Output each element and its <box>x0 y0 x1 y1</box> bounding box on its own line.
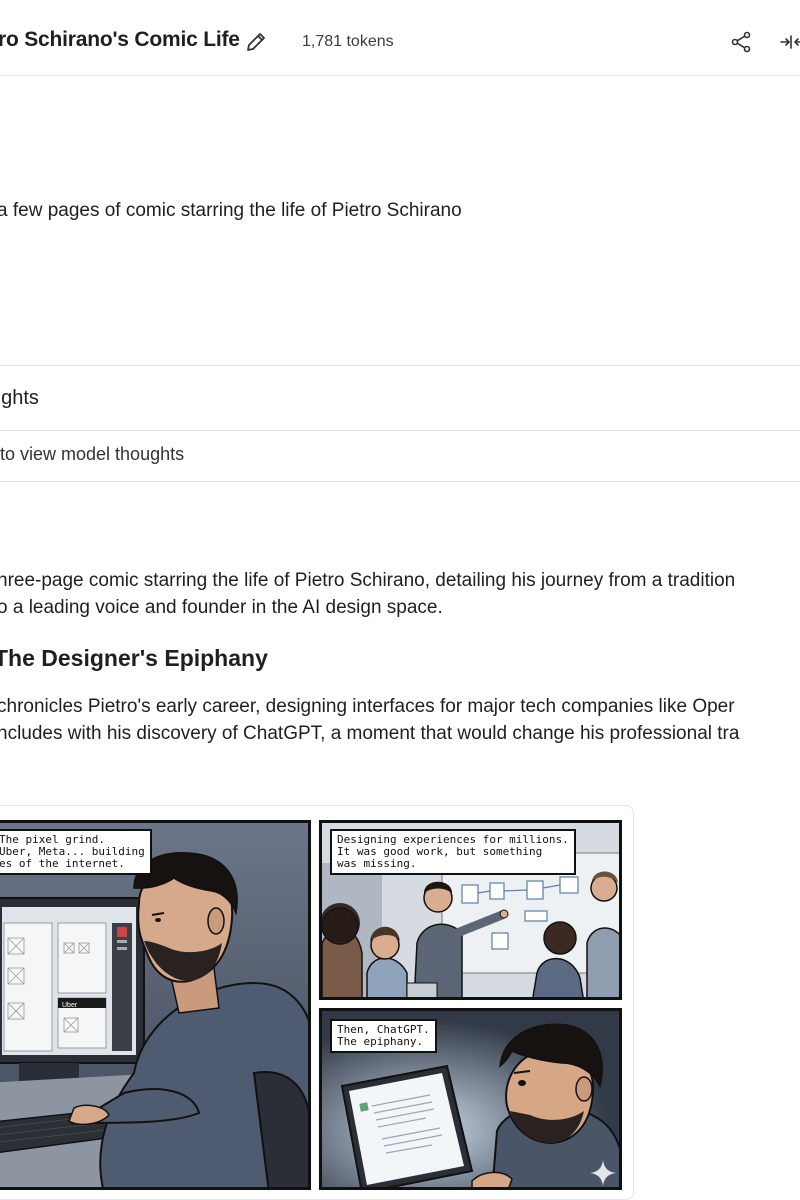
response-body-line-1: chronicles Pietro's early career, design… <box>0 696 735 717</box>
comic-panel-1: Uber The pixel grind. Uber, Meta... buil… <box>0 820 311 1190</box>
comic-image[interactable]: Uber The pixel grind. Uber, Meta... buil… <box>0 805 634 1200</box>
pencil-icon[interactable] <box>244 30 268 54</box>
header-bar: ro Schirano's Comic Life 1,781 tokens <box>0 0 800 76</box>
comic-caption-2: Designing experiences for millions. It w… <box>330 829 576 875</box>
response-intro-line-2: o a leading voice and founder in the AI … <box>0 597 443 618</box>
screen-label: Uber <box>62 1002 78 1009</box>
user-prompt: a few pages of comic starring the life o… <box>0 200 462 221</box>
divider <box>0 430 800 431</box>
share-icon[interactable] <box>729 30 753 54</box>
page-title: ro Schirano's Comic Life <box>0 28 240 51</box>
comic-panel-2: Designing experiences for millions. It w… <box>319 820 622 1000</box>
comic-caption-3: Then, ChatGPT. The epiphany. <box>330 1019 437 1053</box>
expand-thoughts-button[interactable]: to view model thoughts <box>0 444 184 465</box>
thoughts-title: ughts <box>0 387 39 409</box>
comic-panel-3: Then, ChatGPT. The epiphany. <box>319 1008 622 1190</box>
comic-caption-1: The pixel grind. Uber, Meta... building … <box>0 829 152 875</box>
section-heading: The Designer's Epiphany <box>0 645 268 671</box>
token-count: 1,781 tokens <box>302 33 394 50</box>
collapse-arrows-icon[interactable] <box>777 30 800 54</box>
response-intro-line-1: hree-page comic starring the life of Pie… <box>0 570 736 591</box>
response-body-line-2: ncludes with his discovery of ChatGPT, a… <box>0 723 740 744</box>
sparkle-icon <box>588 1158 618 1188</box>
thoughts-panel[interactable]: ughts to view model thoughts <box>0 365 800 482</box>
